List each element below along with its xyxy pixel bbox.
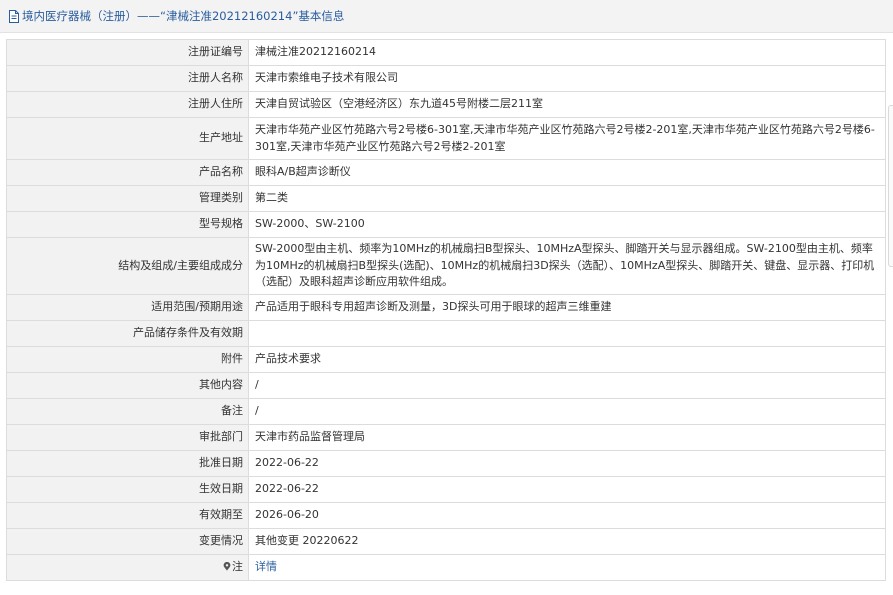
row-value: 天津市华苑产业区竹苑路六号2号楼6-301室,天津市华苑产业区竹苑路六号2号楼2… — [248, 117, 886, 160]
row-value: 产品技术要求 — [248, 346, 886, 373]
row-value: 其他变更 20220622 — [248, 528, 886, 555]
row-label: 型号规格 — [6, 211, 249, 238]
table-row: 注册证编号 津械注准20212160214 — [6, 39, 886, 66]
registration-info-table: 注册证编号 津械注准20212160214 注册人名称 天津市索维电子技术有限公… — [6, 39, 886, 581]
row-label: 变更情况 — [6, 528, 249, 555]
row-label: 有效期至 — [6, 502, 249, 529]
table-row: 审批部门 天津市药品监督管理局 — [6, 424, 886, 451]
row-label: 其他内容 — [6, 372, 249, 399]
table-row: 其他内容 / — [6, 372, 886, 399]
table-row: 产品储存条件及有效期 — [6, 320, 886, 347]
row-label: 审批部门 — [6, 424, 249, 451]
row-label: 注册证编号 — [6, 39, 249, 66]
map-pin-icon — [223, 562, 231, 571]
row-value: 天津市索维电子技术有限公司 — [248, 65, 886, 92]
row-value: 津械注准20212160214 — [248, 39, 886, 66]
side-panel-handle[interactable] — [888, 105, 893, 267]
row-label: 注册人住所 — [6, 91, 249, 118]
row-value: 天津市药品监督管理局 — [248, 424, 886, 451]
page-title: 境内医疗器械（注册）——“津械注准20212160214”基本信息 — [22, 9, 345, 23]
table-row: 生产地址 天津市华苑产业区竹苑路六号2号楼6-301室,天津市华苑产业区竹苑路六… — [6, 117, 886, 160]
row-label: 生产地址 — [6, 117, 249, 160]
row-label: 附件 — [6, 346, 249, 373]
row-value: 天津自贸试验区（空港经济区）东九道45号附楼二层211室 — [248, 91, 886, 118]
row-value: 2026-06-20 — [248, 502, 886, 529]
row-value: 眼科A/B超声诊断仪 — [248, 159, 886, 186]
table-row: 有效期至 2026-06-20 — [6, 502, 886, 529]
table-row: 生效日期 2022-06-22 — [6, 476, 886, 503]
row-label: 批准日期 — [6, 450, 249, 477]
document-icon — [9, 9, 19, 23]
row-value: / — [248, 398, 886, 425]
table-row: 变更情况 其他变更 20220622 — [6, 528, 886, 555]
row-value: 2022-06-22 — [248, 450, 886, 477]
table-row: 批准日期 2022-06-22 — [6, 450, 886, 477]
table-row: 结构及组成/主要组成成分 SW-2000型由主机、频率为10MHz的机械扇扫B型… — [6, 237, 886, 295]
row-value: 2022-06-22 — [248, 476, 886, 503]
page-header: 境内医疗器械（注册）——“津械注准20212160214”基本信息 — [0, 0, 893, 33]
row-label: 管理类别 — [6, 185, 249, 212]
row-value — [248, 320, 886, 347]
info-table-container: 注册证编号 津械注准20212160214 注册人名称 天津市索维电子技术有限公… — [6, 39, 886, 581]
row-label: 注 — [232, 560, 243, 574]
row-label: 注册人名称 — [6, 65, 249, 92]
row-label: 结构及组成/主要组成成分 — [6, 237, 249, 295]
row-label: 产品名称 — [6, 159, 249, 186]
row-value: SW-2000型由主机、频率为10MHz的机械扇扫B型探头、10MHzA型探头、… — [248, 237, 886, 295]
table-row: 附件 产品技术要求 — [6, 346, 886, 373]
table-row: 产品名称 眼科A/B超声诊断仪 — [6, 159, 886, 186]
table-row: 适用范围/预期用途 产品适用于眼科专用超声诊断及测量，3D探头可用于眼球的超声三… — [6, 294, 886, 321]
details-link[interactable]: 详情 — [255, 560, 277, 573]
row-value: 第二类 — [248, 185, 886, 212]
note-label: 注 — [6, 554, 249, 581]
table-row: 注册人名称 天津市索维电子技术有限公司 — [6, 65, 886, 92]
row-value: SW-2000、SW-2100 — [248, 211, 886, 238]
row-label: 生效日期 — [6, 476, 249, 503]
table-row: 注册人住所 天津自贸试验区（空港经济区）东九道45号附楼二层211室 — [6, 91, 886, 118]
row-value: / — [248, 372, 886, 399]
row-value: 详情 — [248, 554, 886, 581]
row-label: 产品储存条件及有效期 — [6, 320, 249, 347]
row-value: 产品适用于眼科专用超声诊断及测量，3D探头可用于眼球的超声三维重建 — [248, 294, 886, 321]
table-row: 型号规格 SW-2000、SW-2100 — [6, 211, 886, 238]
row-label: 备注 — [6, 398, 249, 425]
table-row: 备注 / — [6, 398, 886, 425]
table-row: 注 详情 — [6, 554, 886, 581]
row-label: 适用范围/预期用途 — [6, 294, 249, 321]
table-row: 管理类别 第二类 — [6, 185, 886, 212]
